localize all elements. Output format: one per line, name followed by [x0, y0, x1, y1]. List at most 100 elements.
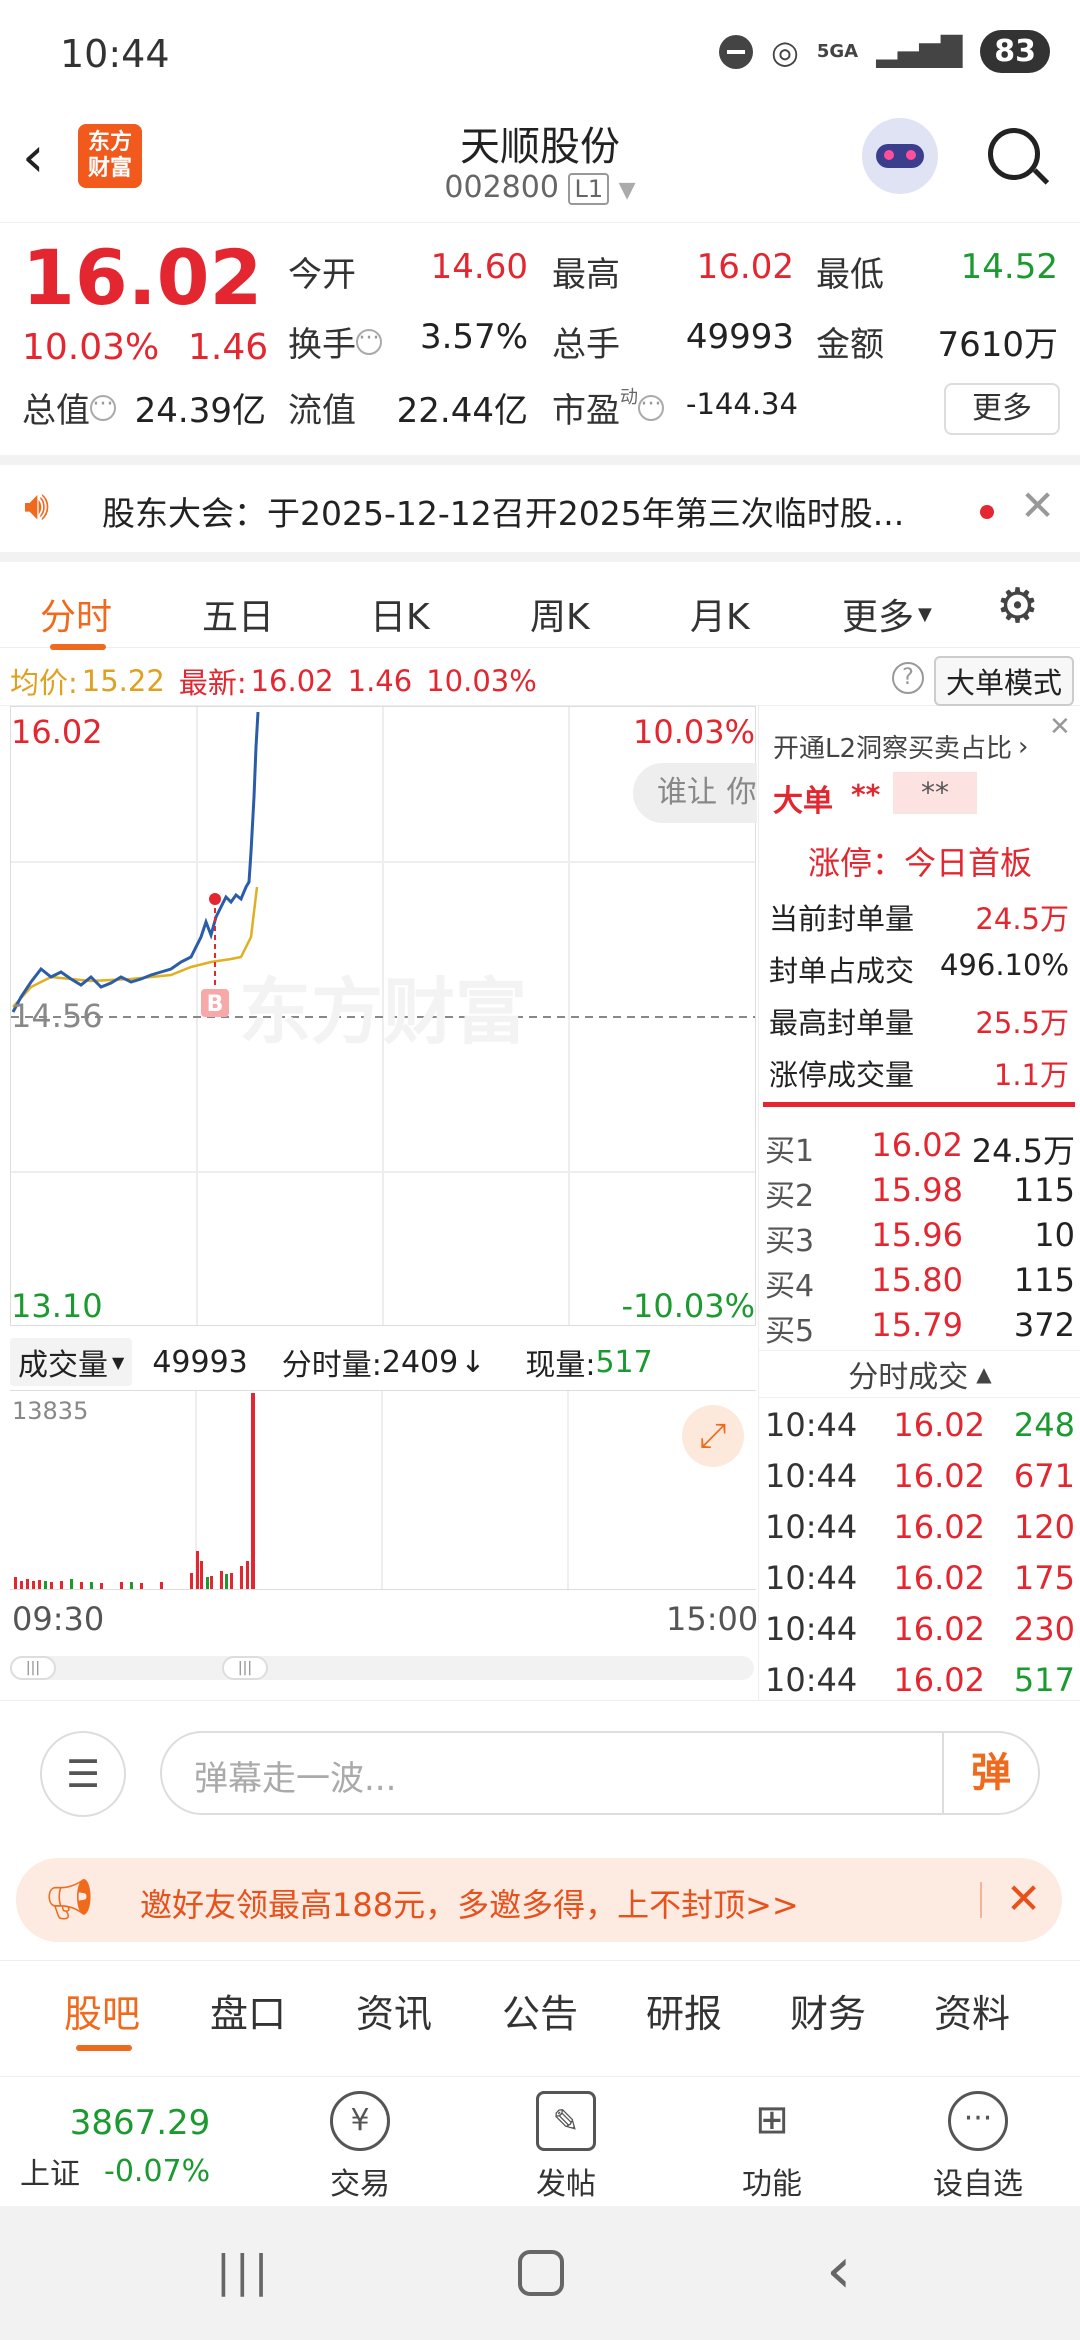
tab-daily-k[interactable]: 日K [370, 588, 430, 640]
danmaku-placeholder: 弹幕走一波... [194, 1759, 397, 1799]
grid-icon: ⊞ [755, 2097, 789, 2143]
more-button[interactable]: 更多 [944, 383, 1060, 435]
stat-label: 最高封单量 [769, 1006, 915, 1040]
settings-gear-icon[interactable]: ⚙ [996, 582, 1039, 630]
y-axis-bottom-pct: -10.03% [621, 1287, 755, 1325]
nav-functions[interactable]: ⊞ 功能 [702, 2091, 842, 2203]
divider-red [763, 1102, 1075, 1107]
volume-chart[interactable]: 13835 ⤢ [10, 1390, 756, 1590]
tab-forum[interactable]: 股吧 [64, 1983, 140, 2038]
trade-row: 10:44 16.02 120 [765, 1508, 1075, 1546]
high-value: 16.02 [696, 247, 794, 287]
danmaku-input[interactable]: 弹幕走一波... 弹 [160, 1731, 1040, 1815]
danmaku-bar: ☰ 弹幕走一波... 弹 [0, 1700, 1080, 1850]
tab-five-day[interactable]: 五日 [202, 588, 274, 640]
intraday-chart[interactable]: 东方财富 B 16.02 10.03% 14.56 13.10 -10.03% … [10, 706, 757, 1326]
price-info-line: 均价: 15.22 最新: 16.02 1.46 10.03% ? 大单模式 [0, 650, 1080, 706]
nav-functions-label: 功能 [742, 2167, 802, 2202]
latest-value: 16.02 [250, 664, 334, 698]
invite-promo-banner[interactable]: 📢︎ 邀好友领最高188元，多邀多得，上不封顶>> ✕ [16, 1858, 1062, 1942]
home-icon[interactable] [518, 2250, 564, 2296]
tab-profile[interactable]: 资料 [934, 1983, 1010, 2038]
tab-weekly-k[interactable]: 周K [530, 588, 590, 640]
danmaku-bubble[interactable]: 谁让 你 [633, 763, 757, 823]
dnd-icon [718, 34, 753, 69]
volume-selector[interactable]: 成交量 ▼ [10, 1338, 133, 1386]
stock-header: ‹ 东方财富 天顺股份 002800 L1 ▼ [0, 110, 1080, 220]
back-nav-icon[interactable]: ‹ [826, 2234, 852, 2308]
search-icon[interactable] [984, 124, 1050, 190]
info-dots-icon: ··· [356, 327, 382, 355]
trade-row: 10:44 16.02 175 [765, 1559, 1075, 1597]
tab-announcements[interactable]: 公告 [502, 1983, 578, 2038]
avg-value: 15.22 [81, 664, 165, 698]
danmaku-list-icon[interactable]: ☰ [40, 1731, 126, 1817]
trades-header[interactable]: 分时成交 ▲ [759, 1350, 1080, 1398]
volume-canvas [14, 1391, 569, 1589]
latest-change: 1.46 [347, 664, 413, 698]
l2-promo-label: 开通L2洞察买卖占比 [773, 734, 1013, 764]
status-time: 10:44 [60, 32, 170, 76]
system-nav-bar: ||| ‹ [0, 2206, 1080, 2340]
danmaku-send-button[interactable]: 弹 [942, 1733, 1038, 1813]
chevron-down-icon: ▼ [112, 1352, 125, 1372]
pe-label-wrap[interactable]: 市盈 动 ··· [552, 383, 664, 432]
latest-label: 最新: [178, 666, 247, 700]
big-order-mode-button[interactable]: 大单模式 [934, 656, 1075, 706]
recent-apps-icon[interactable]: ||| [216, 2246, 272, 2297]
y-axis-mid: 14.56 [11, 997, 103, 1035]
mktcap-label-wrap[interactable]: 总值 ··· [22, 383, 116, 432]
tab-order-book[interactable]: 盘口 [210, 1983, 286, 2038]
tab-more[interactable]: 更多 ▼ [842, 588, 932, 640]
turnover-label-wrap[interactable]: 换手 ··· [288, 317, 382, 366]
trade-row: 10:44 16.02 248 [765, 1406, 1075, 1444]
tab-news[interactable]: 资讯 [356, 1983, 432, 2038]
status-bar: 10:44 ◎ 5GA ▂▄▆█ 83 [0, 0, 1080, 110]
index-ticker[interactable]: 3867.29 上证 -0.07% [20, 2103, 260, 2193]
tab-research[interactable]: 研报 [646, 1983, 722, 2038]
amount-value: 7610万 [937, 325, 1058, 365]
nav-watchlist[interactable]: ··· 设自选 [908, 2091, 1048, 2203]
big-order-value-1: ** [851, 778, 881, 811]
promo-close-icon[interactable]: ✕ [1006, 1874, 1041, 1923]
nav-trade[interactable]: ¥ 交易 [290, 2091, 430, 2203]
current-price: 16.02 [22, 233, 263, 322]
info-dots-icon: ··· [90, 393, 116, 421]
scrubber-left-handle[interactable]: ||| [10, 1656, 56, 1680]
more-dots-icon: ··· [948, 2091, 1008, 2151]
notice-bar[interactable]: 🔊︎ 股东大会：于2025-12-12召开2025年第三次临时股... ✕ [0, 455, 1080, 550]
nav-post[interactable]: ✎ 发帖 [496, 2091, 636, 2203]
pe-label: 市盈 [552, 391, 620, 431]
volume-value: 49993 [685, 317, 794, 357]
help-icon[interactable]: ? [892, 662, 924, 694]
mktcap-value: 24.39亿 [134, 391, 266, 431]
l2-promo[interactable]: 开通L2洞察买卖占比 › [773, 728, 1028, 765]
y-axis-top-pct: 10.03% [632, 713, 755, 751]
change-amount: 1.46 [188, 327, 269, 368]
stock-code: 002800 [444, 170, 559, 205]
nav-watchlist-label: 设自选 [933, 2167, 1023, 2202]
promo-divider [980, 1882, 982, 1918]
promo-text: 邀好友领最高188元，多邀多得，上不封顶>> [140, 1886, 799, 1924]
close-icon[interactable]: ✕ [1020, 481, 1055, 530]
index-value: 3867.29 [69, 2103, 211, 2143]
time-scrubber[interactable]: ||| ||| [10, 1656, 754, 1680]
tab-financials[interactable]: 财务 [790, 1983, 866, 2038]
volume-max: 13835 [12, 1397, 89, 1425]
tab-monthly-k[interactable]: 月K [690, 588, 750, 640]
expand-icon[interactable]: ⤢ [682, 1405, 744, 1467]
chevron-down-icon: ▼ [618, 178, 636, 203]
stat-row: 封单占成交 496.10% [769, 948, 1069, 990]
robot-assistant-icon[interactable] [862, 118, 938, 194]
unread-dot [980, 505, 994, 519]
open-value: 14.60 [430, 247, 528, 287]
tab-intraday[interactable]: 分时 [40, 588, 112, 640]
buy-marker[interactable]: B [207, 992, 224, 1017]
stat-value: 496.10% [939, 948, 1069, 982]
low-label: 最低 [816, 255, 884, 295]
pe-superscript: 动 [620, 387, 638, 408]
y-axis-top: 16.02 [11, 713, 103, 751]
l2-close-icon[interactable]: ✕ [1049, 712, 1071, 742]
scrubber-right-handle[interactable]: ||| [222, 1656, 268, 1680]
volume-total: 49993 [152, 1344, 248, 1380]
